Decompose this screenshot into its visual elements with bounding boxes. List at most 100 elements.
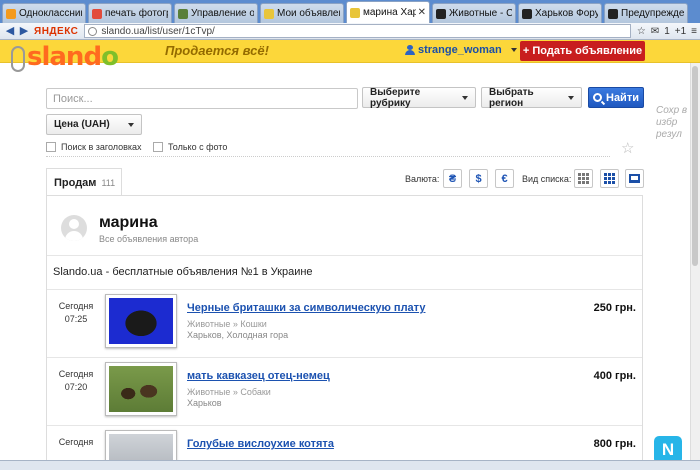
save-search-star-icon[interactable]: ☆ xyxy=(621,139,634,157)
listing-item: Сегодня 07:20 мать кавказец отец-немец Жи… xyxy=(47,357,642,425)
tab-title: Животные - Ст xyxy=(449,8,512,19)
listing-thumbnail[interactable] xyxy=(105,294,177,348)
tab-favicon-icon xyxy=(92,8,102,19)
tab-sell-label: Продам xyxy=(54,176,97,189)
tab-title: печать фотогра xyxy=(105,8,168,19)
browser-tab[interactable]: Предупрежден xyxy=(604,3,688,23)
forward-arrow-icon[interactable]: ▶ xyxy=(17,24,31,38)
browser-tab[interactable]: печать фотогра xyxy=(88,3,172,23)
tab-close-icon[interactable]: ✕ xyxy=(418,7,426,18)
listing-price: 400 грн. xyxy=(593,370,636,382)
checkbox-label: Только с фото xyxy=(168,142,228,152)
currency-usd-button[interactable]: $ xyxy=(469,169,488,188)
browser-tab-strip: Одноклассники печать фотогра Управление … xyxy=(0,0,700,23)
checkbox-box[interactable] xyxy=(153,142,163,152)
view-grid-button[interactable] xyxy=(600,169,619,188)
tab-title: Харьков Форум xyxy=(535,8,598,19)
checkbox-box[interactable] xyxy=(46,142,56,152)
tab-sell-count: 111 xyxy=(101,177,116,188)
listing-item: Сегодня 07:25 Черные бриташки за символич… xyxy=(47,289,642,357)
list-view-icon xyxy=(629,174,640,183)
browser-tab[interactable]: Мои объявлени xyxy=(260,3,344,23)
tab-favicon-icon xyxy=(6,8,16,19)
site-info-icon[interactable] xyxy=(88,26,98,36)
tab-favicon-icon xyxy=(522,8,532,19)
address-bar[interactable]: slando.ua/list/user/1cTvp/ xyxy=(84,24,631,38)
tab-favicon-icon xyxy=(350,7,360,18)
paperclip-icon xyxy=(11,46,25,72)
tab-favicon-icon xyxy=(436,8,446,19)
price-select-label: Цена (UAH) xyxy=(54,119,110,130)
user-menu[interactable]: strange_woman xyxy=(405,44,517,56)
search-input[interactable]: Поиск... xyxy=(46,88,358,109)
listing-title-link[interactable]: Черные бриташки за символическую плату xyxy=(187,302,425,314)
only-with-photo-checkbox[interactable]: Только с фото xyxy=(153,142,227,152)
listing-location: Харьков, Холодная гора xyxy=(187,330,289,340)
tab-sell[interactable]: Продам 111 xyxy=(46,168,122,196)
region-select[interactable]: Выбрать регион xyxy=(481,86,582,109)
post-ad-button[interactable]: + Подать объявление xyxy=(520,41,645,61)
listing-day: Сегодня xyxy=(58,301,94,311)
scrollbar-thumb[interactable] xyxy=(692,66,698,266)
tab-title: Одноклассники xyxy=(19,8,82,19)
search-in-titles-checkbox[interactable]: Поиск в заголовках xyxy=(46,142,142,152)
author-header: марина Все объявления автора xyxy=(47,196,642,256)
tab-title: Предупрежден xyxy=(621,8,684,19)
category-select-label: Выберите рубрику xyxy=(370,86,421,109)
tab-favicon-icon xyxy=(264,8,274,19)
chevron-down-icon xyxy=(128,122,134,127)
listing-title-link[interactable]: мать кавказец отец-немец xyxy=(187,370,330,382)
search-icon xyxy=(593,93,602,102)
checkbox-label: Поиск в заголовках xyxy=(61,142,142,152)
mail-count: 1 xyxy=(664,25,670,37)
author-name: марина xyxy=(99,214,158,231)
currency-eur-button[interactable]: € xyxy=(495,169,514,188)
logo-text-accent: o xyxy=(101,42,119,72)
currency-uah-button[interactable]: ₴ xyxy=(443,169,462,188)
listing-price: 250 грн. xyxy=(593,302,636,314)
black-kitten-photo xyxy=(109,298,173,344)
currency-label: Валюта: xyxy=(405,174,440,184)
tab-favicon-icon xyxy=(178,8,188,19)
view-list-button[interactable] xyxy=(625,169,644,188)
listing-category: Животные » Собаки xyxy=(187,387,271,397)
chevron-down-icon xyxy=(510,48,517,52)
author-subtitle: Все объявления автора xyxy=(99,234,199,244)
back-arrow-icon[interactable]: ◀ xyxy=(3,24,17,38)
browser-tab[interactable]: Харьков Форум xyxy=(518,3,602,23)
menu-icon[interactable]: ≡ xyxy=(691,26,697,37)
plus-count[interactable]: +1 xyxy=(675,26,686,37)
bookmark-star-icon[interactable]: ☆ xyxy=(637,26,646,37)
find-button-label: Найти xyxy=(606,91,639,104)
url-text: slando.ua/list/user/1cTvp/ xyxy=(101,25,215,37)
site-slogan: Slando.ua - бесплатные объявления №1 в У… xyxy=(53,266,313,278)
tab-title: Мои объявлени xyxy=(277,8,340,19)
mail-icon[interactable]: ✉ xyxy=(651,26,659,37)
user-icon xyxy=(405,44,415,56)
listing-time: 07:20 xyxy=(64,382,88,392)
puppies-photo xyxy=(109,366,173,412)
find-button[interactable]: Найти xyxy=(588,87,644,108)
tab-title: марина Харь xyxy=(363,7,416,18)
browser-nav-bar: ◀ ▶ ЯНДЕКС slando.ua/list/user/1cTvp/ ☆ … xyxy=(0,23,700,40)
logo-text: sland xyxy=(27,42,102,72)
grid-small-icon xyxy=(578,173,589,184)
browser-tab[interactable]: Управление об xyxy=(174,3,258,23)
username: strange_woman xyxy=(418,44,502,56)
listing-date: Сегодня 07:25 xyxy=(55,300,97,326)
slando-logo[interactable]: slando xyxy=(11,40,147,76)
region-select-label: Выбрать регион xyxy=(489,86,534,109)
grid-icon xyxy=(604,173,615,184)
category-select[interactable]: Выберите рубрику xyxy=(362,86,476,109)
listing-date: Сегодня xyxy=(55,436,97,449)
yandex-search-logo[interactable]: ЯНДЕКС xyxy=(34,26,78,37)
listing-date: Сегодня 07:20 xyxy=(55,368,97,394)
browser-tab-active[interactable]: марина Харь✕ xyxy=(346,1,430,23)
listing-thumbnail[interactable] xyxy=(105,362,177,416)
view-small-grid-button[interactable] xyxy=(574,169,593,188)
listing-title-link[interactable]: Голубые вислоухие котята xyxy=(187,438,334,450)
price-select[interactable]: Цена (UAH) xyxy=(46,114,142,135)
browser-tab[interactable]: Животные - Ст xyxy=(432,3,516,23)
listing-day: Сегодня xyxy=(58,369,94,379)
browser-tab[interactable]: Одноклассники xyxy=(2,3,86,23)
